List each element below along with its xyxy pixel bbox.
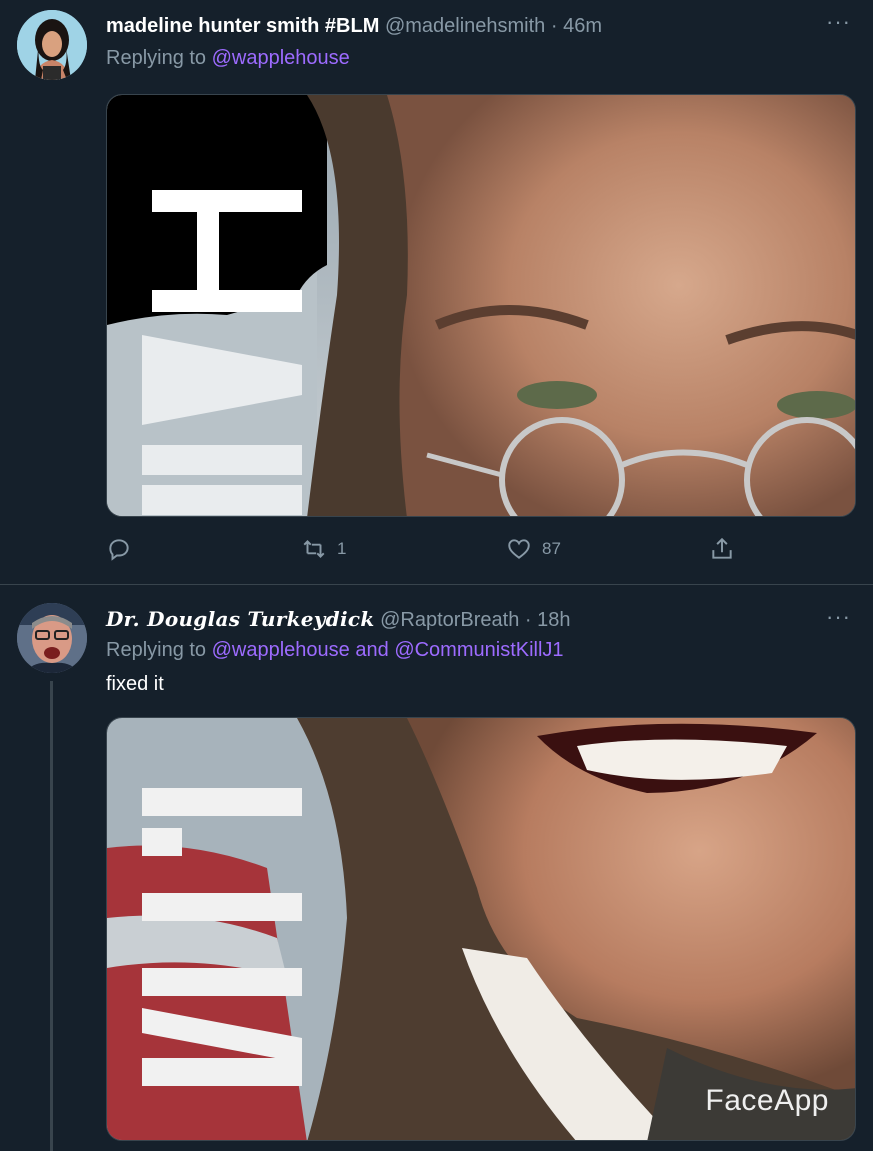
photo-image <box>107 95 855 516</box>
thread-line <box>50 681 53 1151</box>
retweet-button[interactable]: 1 <box>301 536 346 562</box>
separator: · <box>550 15 558 37</box>
avatar[interactable] <box>17 10 87 80</box>
like-button[interactable]: 87 <box>506 536 561 562</box>
retweet-count: 1 <box>337 539 347 558</box>
replying-prefix: Replying to <box>106 639 207 661</box>
avatar-image <box>17 603 87 673</box>
display-name[interactable]: Dr. Douglas Turkeydick <box>106 607 375 631</box>
tweet-image[interactable] <box>106 94 856 517</box>
display-name[interactable]: madeline hunter smith #BLM <box>106 15 379 37</box>
share-button[interactable] <box>709 536 735 562</box>
heart-icon <box>508 539 530 559</box>
tweet-image[interactable]: FaceApp <box>106 717 856 1141</box>
separator: · <box>524 609 532 631</box>
reply-icon <box>109 539 129 561</box>
replying-to: Replying to @wapplehouse <box>106 47 350 70</box>
avatar-image <box>17 10 87 80</box>
mention-join: and <box>355 639 389 661</box>
tweet-header: madeline hunter smith #BLM @madelinehsmi… <box>106 13 602 39</box>
avatar[interactable] <box>17 603 87 673</box>
replying-to: Replying to @wapplehouse and @CommunistK… <box>106 639 564 662</box>
mention-link[interactable]: @wapplehouse <box>212 639 350 661</box>
handle[interactable]: @RaptorBreath <box>380 609 519 631</box>
retweet-icon <box>303 540 325 558</box>
tweet-header: Dr. Douglas Turkeydick @RaptorBreath · 1… <box>106 606 571 633</box>
like-count: 87 <box>542 539 561 558</box>
tweet[interactable]: Dr. Douglas Turkeydick @RaptorBreath · 1… <box>0 585 873 1151</box>
mention-link[interactable]: @wapplehouse <box>212 47 350 69</box>
timestamp[interactable]: 18h <box>537 609 570 631</box>
tweet-actions: 1 87 <box>106 536 746 566</box>
faceapp-watermark: FaceApp <box>705 1084 829 1117</box>
replying-prefix: Replying to <box>106 47 207 69</box>
more-options-icon[interactable]: ··· <box>826 606 851 628</box>
more-options-icon[interactable]: ··· <box>826 11 851 33</box>
reply-button[interactable] <box>106 536 142 562</box>
tweet-text: fixed it <box>106 673 164 695</box>
photo-image <box>107 718 855 1140</box>
tweet[interactable]: madeline hunter smith #BLM @madelinehsmi… <box>0 0 873 584</box>
share-icon <box>712 537 732 559</box>
handle[interactable]: @madelinehsmith <box>385 15 545 37</box>
mention-link[interactable]: @CommunistKillJ1 <box>394 639 563 661</box>
timestamp[interactable]: 46m <box>563 15 602 37</box>
